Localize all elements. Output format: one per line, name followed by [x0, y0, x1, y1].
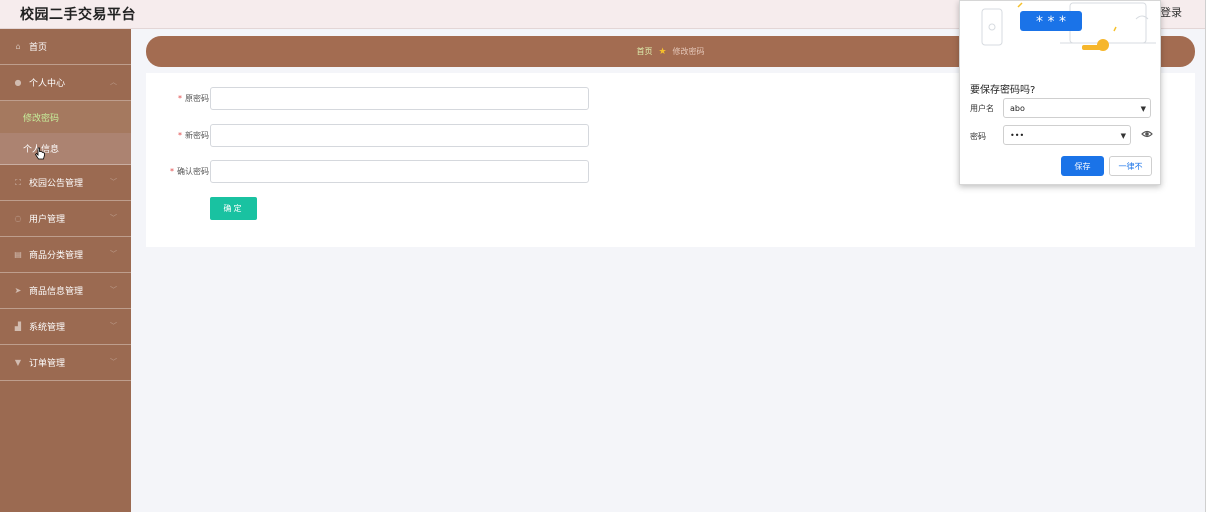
- username-select[interactable]: abo ▼: [1003, 98, 1151, 118]
- username-value: abo: [1010, 103, 1025, 113]
- sidebar-item-label: 校园公告管理: [29, 179, 84, 189]
- sidebar-item-user-management[interactable]: ◌ 用户管理 ﹀: [0, 201, 131, 237]
- password-select[interactable]: ••• ▼: [1003, 125, 1131, 145]
- user-icon: ●: [14, 78, 22, 87]
- sidebar-item-label: 个人中心: [29, 79, 66, 89]
- chevron-down-icon: ﹀: [110, 286, 117, 294]
- sidebar-item-system-management[interactable]: ▟ 系统管理 ﹀: [0, 309, 131, 345]
- new-password-input[interactable]: [210, 124, 589, 147]
- sidebar-item-campus-notice[interactable]: ⛶ 校园公告管理 ﹀: [0, 165, 131, 201]
- cup-icon: ▼: [14, 358, 22, 367]
- confirm-button[interactable]: 确定: [210, 197, 257, 220]
- sidebar-subitem-label: 修改密码: [23, 113, 60, 124]
- new-password-label: * 新密码: [178, 131, 209, 140]
- old-password-label: * 原密码: [178, 94, 209, 103]
- breadcrumb-current: 修改密码: [672, 47, 705, 56]
- sidebar-item-label: 用户管理: [29, 215, 66, 225]
- chevron-down-icon: ﹀: [110, 322, 117, 330]
- window-edge: [1205, 0, 1215, 512]
- sidebar-item-label: 订单管理: [29, 359, 66, 369]
- sidebar-item-category-management[interactable]: ▤ 商品分类管理 ﹀: [0, 237, 131, 273]
- username-label: 用户名: [970, 104, 994, 113]
- hand-cursor-icon: [34, 147, 45, 160]
- confirm-password-label: * 确认密码: [170, 167, 209, 176]
- caret-down-icon: ▼: [1140, 105, 1146, 113]
- password-illustration-icon: * * *: [981, 2, 1156, 51]
- never-save-button[interactable]: 一律不: [1109, 156, 1152, 176]
- chevron-down-icon: ﹀: [110, 214, 117, 222]
- password-label: 密码: [970, 132, 986, 141]
- popup-title: 要保存密码吗?: [970, 85, 1036, 96]
- app-title: 校园二手交易平台: [20, 7, 136, 23]
- sidebar-item-label: 商品信息管理: [29, 287, 84, 297]
- sidebar-item-label: 系统管理: [29, 323, 66, 333]
- sidebar-item-label: 首页: [29, 43, 48, 53]
- sidebar-item-product-management[interactable]: ➤ 商品信息管理 ﹀: [0, 273, 131, 309]
- sidebar-item-label: 商品分类管理: [29, 251, 84, 261]
- sidebar-subitem-personal-info[interactable]: 个人信息: [0, 133, 131, 165]
- star-icon: ★: [658, 46, 667, 57]
- basket-icon: ▤: [14, 250, 22, 259]
- breadcrumb-home-link[interactable]: 首页: [636, 46, 652, 57]
- sidebar: ⌂ 首页 ● 个人中心 ︿ 修改密码 个人信息 ⛶ 校园公告管理 ﹀ ◌ 用户管…: [0, 29, 131, 512]
- eye-icon[interactable]: [1141, 129, 1153, 139]
- old-password-input[interactable]: [210, 87, 589, 110]
- save-password-popup: * * * 要保存密码吗? 用户名 abo ▼ 密码 ••• ▼ 保存 一律不: [959, 0, 1161, 185]
- chevron-down-icon: ﹀: [110, 250, 117, 258]
- home-icon: ⌂: [15, 42, 21, 51]
- save-password-button[interactable]: 保存: [1061, 156, 1104, 176]
- sidebar-subitem-change-password[interactable]: 修改密码: [0, 101, 131, 133]
- confirm-password-input[interactable]: [210, 160, 589, 183]
- caret-down-icon: ▼: [1120, 132, 1126, 140]
- chevron-up-icon: ︿: [110, 78, 117, 86]
- send-icon: ➤: [14, 286, 22, 295]
- login-link[interactable]: 登录: [1160, 4, 1182, 20]
- power-icon: ◌: [14, 214, 22, 223]
- sidebar-item-order-management[interactable]: ▼ 订单管理 ﹀: [0, 345, 131, 381]
- svg-text:* * *: * * *: [1036, 14, 1066, 30]
- sidebar-item-home[interactable]: ⌂ 首页: [0, 29, 131, 65]
- sidebar-item-personal-center[interactable]: ● 个人中心 ︿: [0, 65, 131, 101]
- chevron-down-icon: ﹀: [110, 178, 117, 186]
- expand-icon: ⛶: [15, 177, 21, 187]
- chart-icon: ▟: [14, 322, 22, 331]
- chevron-down-icon: ﹀: [110, 358, 117, 366]
- password-value: •••: [1010, 130, 1025, 140]
